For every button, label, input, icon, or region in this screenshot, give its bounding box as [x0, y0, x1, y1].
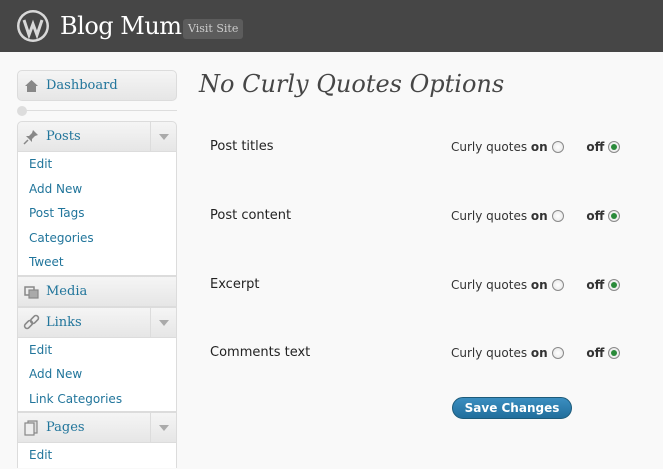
visit-site-button[interactable]: Visit Site: [183, 19, 244, 39]
dashboard-icon: [25, 80, 38, 92]
menu-links[interactable]: Links: [17, 306, 177, 338]
off-label: off: [586, 209, 605, 223]
chevron-down-icon: [159, 134, 169, 140]
option-label-excerpt: Excerpt: [210, 277, 260, 292]
media-icon: [24, 285, 39, 299]
links-submenu-add-new[interactable]: Add New: [18, 362, 176, 387]
posts-submenu-tweet[interactable]: Tweet: [18, 250, 176, 275]
curly-quotes-text: Curly quotes: [451, 278, 528, 292]
pushpin-icon: [23, 130, 38, 145]
separator-line: [23, 110, 177, 111]
option-label-post-titles: Post titles: [210, 139, 274, 154]
pages-submenu-edit[interactable]: Edit: [18, 443, 176, 468]
menu-links-label: Links: [46, 314, 82, 330]
option-control-post-content: Curly quotes on off: [451, 209, 621, 223]
save-changes-button[interactable]: Save Changes: [452, 397, 572, 419]
option-control-comments-text: Curly quotes on off: [451, 346, 621, 360]
on-label: on: [530, 346, 548, 360]
chain-link-icon: [23, 314, 40, 329]
comments-text-on-radio[interactable]: [551, 347, 564, 359]
pages-toggle[interactable]: [150, 413, 176, 442]
off-label: off: [586, 346, 605, 360]
post-titles-off-radio[interactable]: [608, 141, 621, 153]
menu-pages[interactable]: Pages: [17, 412, 177, 443]
posts-submenu-edit[interactable]: Edit: [18, 152, 176, 177]
menu-dashboard[interactable]: Dashboard: [17, 70, 177, 101]
menu-collapse-separator[interactable]: [17, 101, 177, 121]
chevron-down-icon: [159, 425, 169, 431]
excerpt-on-radio[interactable]: [551, 279, 564, 291]
menu-pages-label: Pages: [46, 420, 85, 435]
comments-text-off-radio[interactable]: [608, 347, 621, 359]
post-titles-on-radio[interactable]: [551, 141, 564, 153]
links-submenu-link-categories[interactable]: Link Categories: [18, 387, 176, 412]
menu-posts-label: Posts: [46, 129, 81, 144]
links-submenu-edit[interactable]: Edit: [18, 338, 176, 363]
posts-submenu-add-new[interactable]: Add New: [18, 177, 176, 202]
admin-sidebar: Dashboard Posts Edit Add New Post Tags C…: [17, 70, 177, 468]
off-label: off: [586, 140, 605, 154]
posts-submenu-categories[interactable]: Categories: [18, 226, 176, 251]
pages-icon: [24, 420, 38, 436]
option-label-comments-text: Comments text: [210, 345, 311, 360]
posts-submenu: Edit Add New Post Tags Categories Tweet: [17, 152, 177, 276]
site-title[interactable]: Blog Mum: [60, 12, 182, 40]
option-label-post-content: Post content: [210, 208, 292, 223]
on-label: on: [530, 140, 548, 154]
menu-posts[interactable]: Posts: [17, 121, 177, 152]
admin-header: Blog Mum Visit Site: [0, 0, 663, 52]
posts-submenu-post-tags[interactable]: Post Tags: [18, 201, 176, 226]
menu-media-label: Media: [46, 283, 88, 299]
page-title: No Curly Quotes Options: [199, 70, 505, 98]
wordpress-logo-icon[interactable]: [16, 9, 50, 43]
curly-quotes-text: Curly quotes: [451, 209, 528, 223]
chevron-down-icon: [159, 319, 169, 326]
curly-quotes-text: Curly quotes: [451, 140, 528, 154]
pages-submenu: Edit: [17, 443, 177, 468]
off-label: off: [586, 278, 605, 292]
excerpt-off-radio[interactable]: [608, 279, 621, 291]
post-content-on-radio[interactable]: [551, 210, 564, 222]
menu-dashboard-label: Dashboard: [46, 78, 118, 93]
posts-toggle[interactable]: [150, 122, 176, 151]
option-control-post-titles: Curly quotes on off: [451, 140, 621, 154]
links-submenu: Edit Add New Link Categories: [17, 337, 177, 412]
curly-quotes-text: Curly quotes: [451, 346, 528, 360]
on-label: on: [530, 209, 548, 223]
menu-media[interactable]: Media: [17, 275, 177, 307]
on-label: on: [530, 278, 548, 292]
post-content-off-radio[interactable]: [608, 210, 621, 222]
collapse-arrow-icon[interactable]: [17, 106, 27, 116]
links-toggle[interactable]: [150, 307, 176, 337]
option-control-excerpt: Curly quotes on off: [451, 278, 621, 292]
